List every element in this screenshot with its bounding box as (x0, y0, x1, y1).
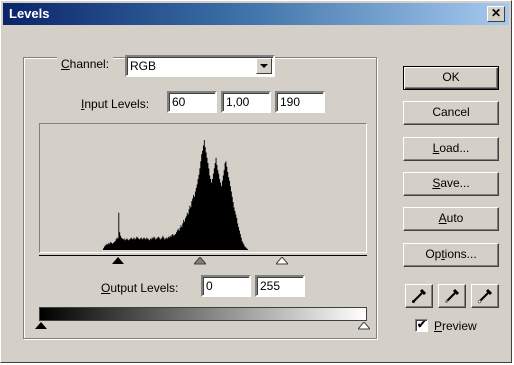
input-black-field[interactable]: 60 (167, 91, 217, 113)
close-icon: ✕ (490, 6, 502, 20)
preview-label-text: review (442, 319, 477, 333)
preview-checkbox[interactable]: ✔ (415, 319, 428, 332)
histogram-area (40, 140, 366, 250)
black-eyedropper-button[interactable] (405, 284, 433, 308)
input-white-slider[interactable] (276, 257, 288, 265)
close-button[interactable]: ✕ (487, 6, 505, 22)
check-icon: ✔ (417, 319, 427, 331)
load-label: oad... (439, 141, 470, 155)
output-levels-label-text: utput Levels: (110, 281, 179, 295)
output-gradient-bar (39, 307, 367, 321)
histogram-panel (39, 123, 367, 253)
input-black-value: 60 (172, 95, 186, 109)
dialog-title: Levels (9, 6, 50, 21)
ok-label: OK (442, 70, 460, 84)
gray-eyedropper-button[interactable] (438, 284, 466, 308)
output-black-slider[interactable] (35, 322, 47, 330)
channel-label-text: hannel: (69, 57, 110, 71)
options-label-pre: Op (425, 247, 442, 261)
channel-label: Channel: (57, 57, 114, 71)
preview-hotkey: P (434, 319, 443, 333)
options-button[interactable]: Options... (403, 243, 499, 267)
output-white-value: 255 (260, 279, 281, 293)
input-levels-label-text: nput Levels: (84, 97, 150, 111)
cancel-button[interactable]: Cancel (403, 101, 499, 125)
auto-button[interactable]: Auto (403, 207, 499, 231)
chevron-down-icon[interactable] (256, 58, 272, 74)
output-levels-hotkey: O (101, 281, 111, 295)
input-slider-track[interactable] (39, 255, 367, 256)
output-black-field[interactable]: 0 (201, 275, 251, 297)
input-gamma-value: 1,00 (226, 95, 250, 109)
input-white-field[interactable]: 190 (275, 91, 325, 113)
save-button[interactable]: Save... (403, 172, 499, 196)
black-eyedropper-icon (412, 288, 427, 303)
save-label: ave... (440, 176, 470, 190)
histogram-chart (40, 140, 366, 250)
input-black-slider[interactable] (112, 257, 124, 265)
gray-eyedropper-icon (445, 288, 460, 303)
auto-hotkey: A (438, 211, 447, 225)
channel-hotkey: C (61, 57, 70, 71)
load-button[interactable]: Load... (403, 137, 499, 161)
preview-label[interactable]: Preview (434, 319, 477, 333)
input-levels-label: Input Levels: (81, 97, 149, 111)
options-label: ions... (444, 247, 477, 261)
output-white-field[interactable]: 255 (255, 275, 305, 297)
white-eyedropper-icon (477, 288, 493, 304)
input-gamma-slider[interactable] (194, 257, 206, 265)
output-levels-label: Output Levels: (101, 281, 178, 295)
cancel-label: Cancel (432, 105, 470, 119)
channel-select[interactable]: RGB (125, 55, 275, 77)
auto-label: uto (446, 211, 464, 225)
input-gamma-field[interactable]: 1,00 (221, 91, 271, 113)
levels-dialog: Levels ✕ Channel: RGB Input Levels: 60 1… (0, 0, 512, 363)
input-white-value: 190 (280, 95, 301, 109)
title-bar[interactable]: Levels ✕ (3, 3, 509, 25)
ok-button[interactable]: OK (403, 66, 499, 90)
output-white-slider[interactable] (358, 322, 370, 330)
white-eyedropper-button[interactable] (471, 284, 499, 308)
output-black-value: 0 (206, 279, 213, 293)
channel-value: RGB (130, 59, 157, 73)
